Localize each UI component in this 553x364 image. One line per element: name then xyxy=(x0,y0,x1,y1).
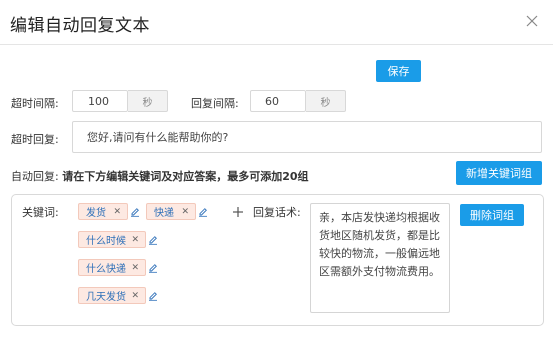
keywords-label: 关键词: xyxy=(22,206,59,219)
x-icon[interactable]: ✕ xyxy=(181,207,189,217)
keyword-tag[interactable]: 什么时候 ✕ xyxy=(78,231,146,248)
keyword-tag[interactable]: 发货 ✕ xyxy=(78,203,128,220)
keyword-text: 快递 xyxy=(154,208,174,219)
save-button[interactable]: 保存 xyxy=(376,60,421,82)
timeout-input[interactable]: 100 xyxy=(72,90,128,112)
x-icon[interactable]: ✕ xyxy=(131,263,139,273)
keyword-tag[interactable]: 快递 ✕ xyxy=(146,203,196,220)
pencil-icon[interactable] xyxy=(148,235,158,245)
delete-group-button[interactable]: 删除词组 xyxy=(460,204,524,226)
x-icon[interactable]: ✕ xyxy=(113,207,121,217)
keyword-text: 发货 xyxy=(86,208,106,219)
timeout-reply-label: 超时回复: xyxy=(11,133,59,146)
auto-reply-label: 自动回复: xyxy=(11,170,59,183)
keyword-text: 什么快递 xyxy=(86,264,126,275)
answer-textarea[interactable]: 亲，本店发快递均根据收货地区随机发货，都是比较快的物流，一般偏远地区需额外支付物… xyxy=(310,203,450,313)
keyword-tag[interactable]: 几天发货 ✕ xyxy=(78,287,146,304)
answer-label: 回复话术: xyxy=(253,206,301,219)
pencil-icon[interactable] xyxy=(148,291,158,301)
timeout-unit: 秒 xyxy=(128,90,168,112)
reply-interval-unit: 秒 xyxy=(306,90,346,112)
close-icon[interactable] xyxy=(525,14,539,28)
reply-interval-input[interactable]: 60 xyxy=(250,90,306,112)
keyword-text: 几天发货 xyxy=(86,292,126,303)
timeout-reply-input[interactable]: 您好,请问有什么能帮助你的? xyxy=(72,121,542,153)
dialog-title: 编辑自动回复文本 xyxy=(10,16,150,36)
auto-reply-row: 自动回复: 请在下方编辑关键词及对应答案，最多可添加20组 xyxy=(11,168,309,184)
timeout-label: 超时间隔: xyxy=(11,97,59,110)
dialog-header: 编辑自动回复文本 xyxy=(0,0,553,45)
add-keyword-group-button[interactable]: 新增关键词组 xyxy=(456,161,542,185)
keyword-tag[interactable]: 什么快递 ✕ xyxy=(78,259,146,276)
x-icon[interactable]: ✕ xyxy=(131,291,139,301)
plus-icon[interactable] xyxy=(232,206,244,218)
pencil-icon[interactable] xyxy=(148,263,158,273)
pencil-icon[interactable] xyxy=(130,207,140,217)
auto-reply-note: 请在下方编辑关键词及对应答案，最多可添加20组 xyxy=(62,170,309,183)
pencil-icon[interactable] xyxy=(198,207,208,217)
reply-interval-label: 回复间隔: xyxy=(191,97,239,110)
x-icon[interactable]: ✕ xyxy=(131,235,139,245)
keyword-text: 什么时候 xyxy=(86,236,126,247)
